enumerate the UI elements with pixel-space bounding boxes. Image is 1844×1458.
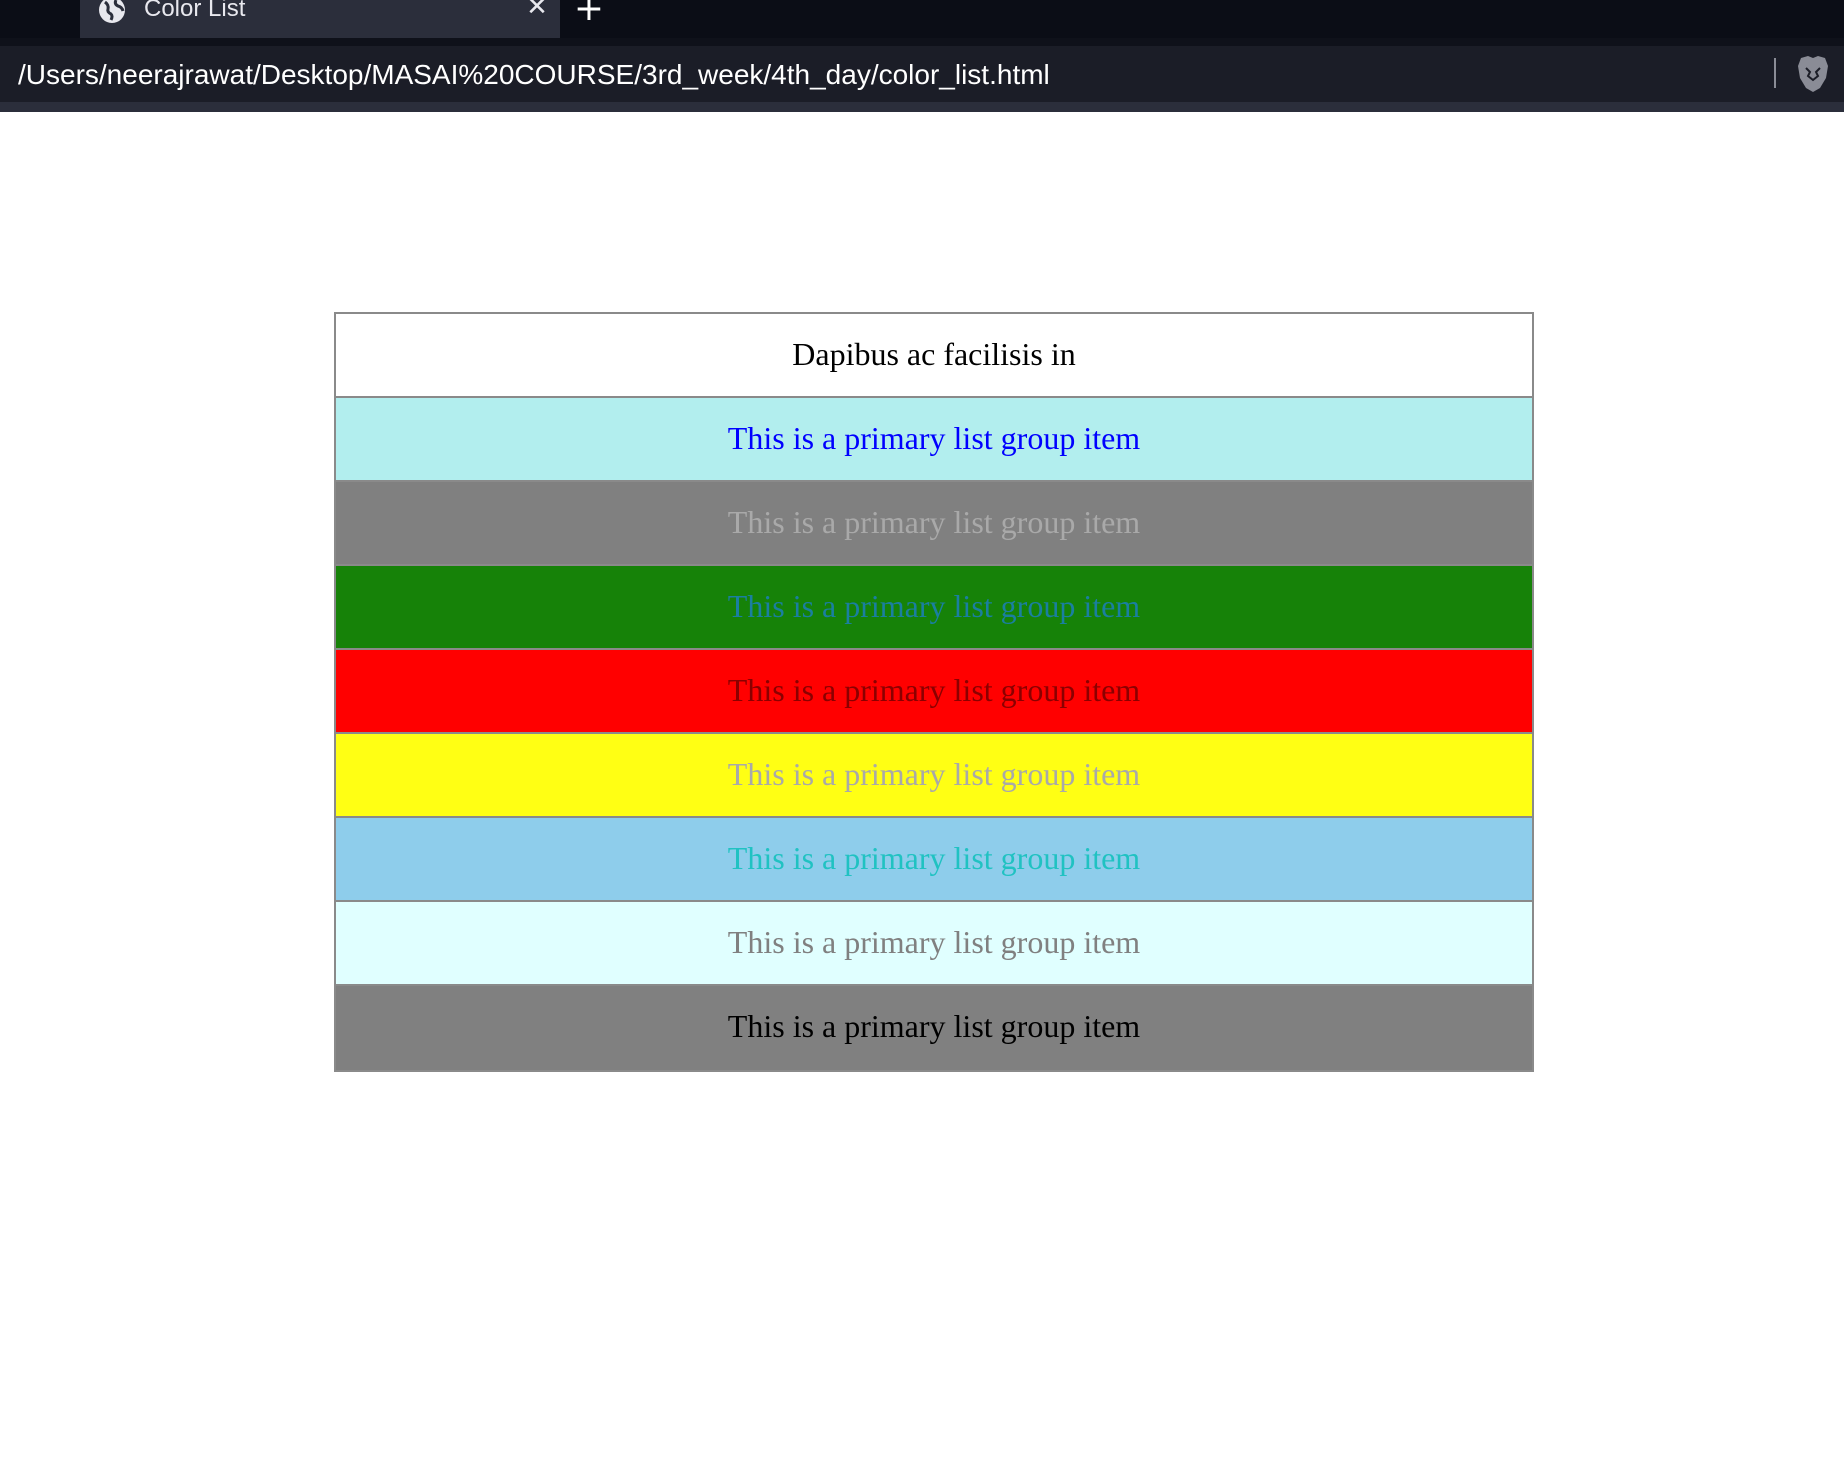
list-item-text: This is a primary list group item <box>727 840 1141 876</box>
list-item-text: This is a primary list group item <box>727 504 1141 540</box>
tab-strip: Color List ✕ + <box>0 0 1844 38</box>
address-bar[interactable]: /Users/neerajrawat/Desktop/MASAI%20COURS… <box>0 46 1844 102</box>
list-item-text: This is a primary list group item <box>727 1008 1141 1044</box>
url-text[interactable]: /Users/neerajrawat/Desktop/MASAI%20COURS… <box>18 58 1050 92</box>
list-item: This is a primary list group item <box>336 986 1532 1070</box>
list-item: This is a primary list group item <box>336 818 1532 902</box>
list-item: This is a primary list group item <box>336 902 1532 986</box>
list-item: This is a primary list group item <box>336 566 1532 650</box>
close-icon[interactable]: ✕ <box>522 0 552 22</box>
list-header: Dapibus ac facilisis in <box>336 314 1532 398</box>
list-item: This is a primary list group item <box>336 650 1532 734</box>
color-list-group: Dapibus ac facilisis in This is a primar… <box>334 312 1534 1072</box>
list-item-text: This is a primary list group item <box>727 756 1141 792</box>
tab-title: Color List <box>144 0 246 22</box>
tab-color-list[interactable]: Color List ✕ <box>80 0 560 38</box>
globe-icon <box>99 0 125 23</box>
list-item-text: This is a primary list group item <box>727 672 1141 708</box>
new-tab-button[interactable]: + <box>572 0 606 27</box>
list-item: This is a primary list group item <box>336 734 1532 818</box>
list-item-text: This is a primary list group item <box>727 588 1141 624</box>
list-item: This is a primary list group item <box>336 482 1532 566</box>
list-item-text: This is a primary list group item <box>727 420 1141 456</box>
browser-chrome: Color List ✕ + /Users/neerajrawat/Deskto… <box>0 0 1844 112</box>
list-item: This is a primary list group item <box>336 398 1532 482</box>
list-header-text: Dapibus ac facilisis in <box>792 336 1076 372</box>
list-item-text: This is a primary list group item <box>727 924 1141 960</box>
toolbar-bottom-border <box>0 102 1844 112</box>
toolbar-divider <box>1774 58 1776 88</box>
brave-lion-icon[interactable] <box>1796 54 1830 94</box>
